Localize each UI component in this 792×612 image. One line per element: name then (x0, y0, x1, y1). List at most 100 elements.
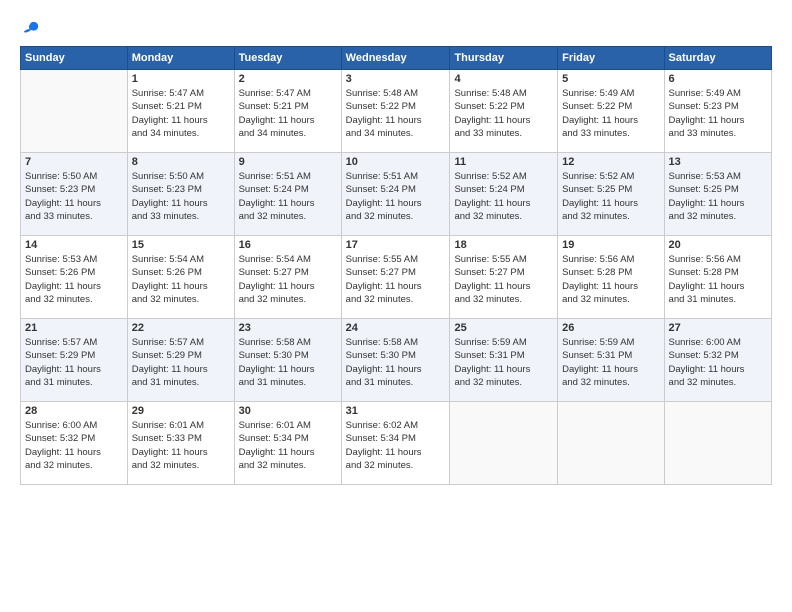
day-number: 6 (669, 73, 767, 85)
header-day-wednesday: Wednesday (341, 47, 450, 70)
calendar-cell: 17 Sunrise: 5:55 AM Sunset: 5:27 PM Dayli… (341, 236, 450, 319)
day-info: Sunrise: 5:59 AM Sunset: 5:31 PM Dayligh… (454, 336, 553, 389)
day-info: Sunrise: 5:57 AM Sunset: 5:29 PM Dayligh… (132, 336, 230, 389)
logo (20, 20, 40, 38)
day-number: 8 (132, 156, 230, 168)
day-number: 7 (25, 156, 123, 168)
day-number: 16 (239, 239, 337, 251)
day-number: 18 (454, 239, 553, 251)
header (20, 16, 772, 38)
day-number: 26 (562, 322, 659, 334)
header-day-saturday: Saturday (664, 47, 771, 70)
day-info: Sunrise: 6:01 AM Sunset: 5:33 PM Dayligh… (132, 419, 230, 472)
day-number: 11 (454, 156, 553, 168)
day-info: Sunrise: 5:51 AM Sunset: 5:24 PM Dayligh… (239, 170, 337, 223)
calendar-cell: 19Sunrise: 5:56 AM Sunset: 5:28 PM Dayli… (558, 236, 664, 319)
calendar-cell (558, 402, 664, 485)
day-number: 4 (454, 73, 553, 85)
calendar-cell: 10 Sunrise: 5:51 AM Sunset: 5:24 PM Dayli… (341, 153, 450, 236)
day-number: 31 (346, 405, 446, 417)
day-info: Sunrise: 5:47 AM Sunset: 5:21 PM Dayligh… (132, 87, 230, 140)
day-number: 28 (25, 405, 123, 417)
day-info: Sunrise: 5:47 AM Sunset: 5:21 PM Dayligh… (239, 87, 337, 140)
calendar-cell: 3 Sunrise: 5:48 AM Sunset: 5:22 PM Daylig… (341, 70, 450, 153)
day-info: Sunrise: 6:02 AM Sunset: 5:34 PM Dayligh… (346, 419, 446, 472)
calendar-cell: 5Sunrise: 5:49 AM Sunset: 5:22 PM Daylig… (558, 70, 664, 153)
calendar-cell: 13 Sunrise: 5:53 AM Sunset: 5:25 PM Dayli… (664, 153, 771, 236)
calendar-cell: 21 Sunrise: 5:57 AM Sunset: 5:29 PM Dayli… (21, 319, 128, 402)
day-info: Sunrise: 5:48 AM Sunset: 5:22 PM Dayligh… (454, 87, 553, 140)
day-number: 20 (669, 239, 767, 251)
day-info: Sunrise: 5:57 AM Sunset: 5:29 PM Dayligh… (25, 336, 123, 389)
header-day-tuesday: Tuesday (234, 47, 341, 70)
calendar-cell: 2 Sunrise: 5:47 AM Sunset: 5:21 PM Daylig… (234, 70, 341, 153)
day-info: Sunrise: 5:55 AM Sunset: 5:27 PM Dayligh… (346, 253, 446, 306)
day-info: Sunrise: 5:54 AM Sunset: 5:27 PM Dayligh… (239, 253, 337, 306)
calendar-cell: 1 Sunrise: 5:47 AM Sunset: 5:21 PM Daylig… (127, 70, 234, 153)
day-info: Sunrise: 5:56 AM Sunset: 5:28 PM Dayligh… (669, 253, 767, 306)
day-number: 21 (25, 322, 123, 334)
header-day-friday: Friday (558, 47, 664, 70)
day-number: 25 (454, 322, 553, 334)
calendar-week-row: 7 Sunrise: 5:50 AM Sunset: 5:23 PM Daylig… (21, 153, 772, 236)
calendar-cell (664, 402, 771, 485)
calendar-cell: 31 Sunrise: 6:02 AM Sunset: 5:34 PM Dayli… (341, 402, 450, 485)
header-day-sunday: Sunday (21, 47, 128, 70)
day-number: 17 (346, 239, 446, 251)
calendar-cell: 6Sunrise: 5:49 AM Sunset: 5:23 PM Daylig… (664, 70, 771, 153)
calendar-cell: 24 Sunrise: 5:58 AM Sunset: 5:30 PM Dayli… (341, 319, 450, 402)
day-number: 22 (132, 322, 230, 334)
day-info: Sunrise: 5:53 AM Sunset: 5:25 PM Dayligh… (669, 170, 767, 223)
calendar-cell: 22 Sunrise: 5:57 AM Sunset: 5:29 PM Dayli… (127, 319, 234, 402)
day-info: Sunrise: 5:53 AM Sunset: 5:26 PM Dayligh… (25, 253, 123, 306)
calendar-cell: 9Sunrise: 5:51 AM Sunset: 5:24 PM Daylig… (234, 153, 341, 236)
day-info: Sunrise: 6:00 AM Sunset: 5:32 PM Dayligh… (669, 336, 767, 389)
day-number: 14 (25, 239, 123, 251)
calendar-cell: 7 Sunrise: 5:50 AM Sunset: 5:23 PM Daylig… (21, 153, 128, 236)
day-info: Sunrise: 5:50 AM Sunset: 5:23 PM Dayligh… (25, 170, 123, 223)
day-number: 2 (239, 73, 337, 85)
calendar-table: SundayMondayTuesdayWednesdayThursdayFrid… (20, 46, 772, 485)
header-day-monday: Monday (127, 47, 234, 70)
calendar-cell: 18 Sunrise: 5:55 AM Sunset: 5:27 PM Dayli… (450, 236, 558, 319)
day-info: Sunrise: 5:54 AM Sunset: 5:26 PM Dayligh… (132, 253, 230, 306)
calendar-cell: 25 Sunrise: 5:59 AM Sunset: 5:31 PM Dayli… (450, 319, 558, 402)
calendar-week-row: 21 Sunrise: 5:57 AM Sunset: 5:29 PM Dayli… (21, 319, 772, 402)
calendar-week-row: 14 Sunrise: 5:53 AM Sunset: 5:26 PM Dayli… (21, 236, 772, 319)
calendar-cell: 14 Sunrise: 5:53 AM Sunset: 5:26 PM Dayli… (21, 236, 128, 319)
calendar-cell (450, 402, 558, 485)
calendar-cell: 27Sunrise: 6:00 AM Sunset: 5:32 PM Dayli… (664, 319, 771, 402)
day-number: 1 (132, 73, 230, 85)
day-info: Sunrise: 5:52 AM Sunset: 5:24 PM Dayligh… (454, 170, 553, 223)
day-info: Sunrise: 5:56 AM Sunset: 5:28 PM Dayligh… (562, 253, 659, 306)
day-number: 13 (669, 156, 767, 168)
day-number: 10 (346, 156, 446, 168)
calendar-cell: 28 Sunrise: 6:00 AM Sunset: 5:32 PM Dayli… (21, 402, 128, 485)
calendar-cell: 11 Sunrise: 5:52 AM Sunset: 5:24 PM Dayli… (450, 153, 558, 236)
calendar-cell (21, 70, 128, 153)
day-number: 15 (132, 239, 230, 251)
logo-bird-icon (22, 20, 40, 38)
day-info: Sunrise: 5:52 AM Sunset: 5:25 PM Dayligh… (562, 170, 659, 223)
day-number: 5 (562, 73, 659, 85)
day-info: Sunrise: 6:01 AM Sunset: 5:34 PM Dayligh… (239, 419, 337, 472)
day-info: Sunrise: 5:51 AM Sunset: 5:24 PM Dayligh… (346, 170, 446, 223)
header-day-thursday: Thursday (450, 47, 558, 70)
calendar-cell: 4 Sunrise: 5:48 AM Sunset: 5:22 PM Daylig… (450, 70, 558, 153)
day-info: Sunrise: 5:50 AM Sunset: 5:23 PM Dayligh… (132, 170, 230, 223)
calendar-cell: 26Sunrise: 5:59 AM Sunset: 5:31 PM Dayli… (558, 319, 664, 402)
day-number: 24 (346, 322, 446, 334)
day-number: 23 (239, 322, 337, 334)
day-number: 3 (346, 73, 446, 85)
day-number: 29 (132, 405, 230, 417)
day-info: Sunrise: 5:48 AM Sunset: 5:22 PM Dayligh… (346, 87, 446, 140)
calendar-cell: 12 Sunrise: 5:52 AM Sunset: 5:25 PM Dayli… (558, 153, 664, 236)
calendar-cell: 29 Sunrise: 6:01 AM Sunset: 5:33 PM Dayli… (127, 402, 234, 485)
calendar-cell: 16 Sunrise: 5:54 AM Sunset: 5:27 PM Dayli… (234, 236, 341, 319)
day-info: Sunrise: 6:00 AM Sunset: 5:32 PM Dayligh… (25, 419, 123, 472)
day-number: 30 (239, 405, 337, 417)
day-info: Sunrise: 5:58 AM Sunset: 5:30 PM Dayligh… (346, 336, 446, 389)
day-info: Sunrise: 5:55 AM Sunset: 5:27 PM Dayligh… (454, 253, 553, 306)
calendar-cell: 15 Sunrise: 5:54 AM Sunset: 5:26 PM Dayli… (127, 236, 234, 319)
day-number: 12 (562, 156, 659, 168)
